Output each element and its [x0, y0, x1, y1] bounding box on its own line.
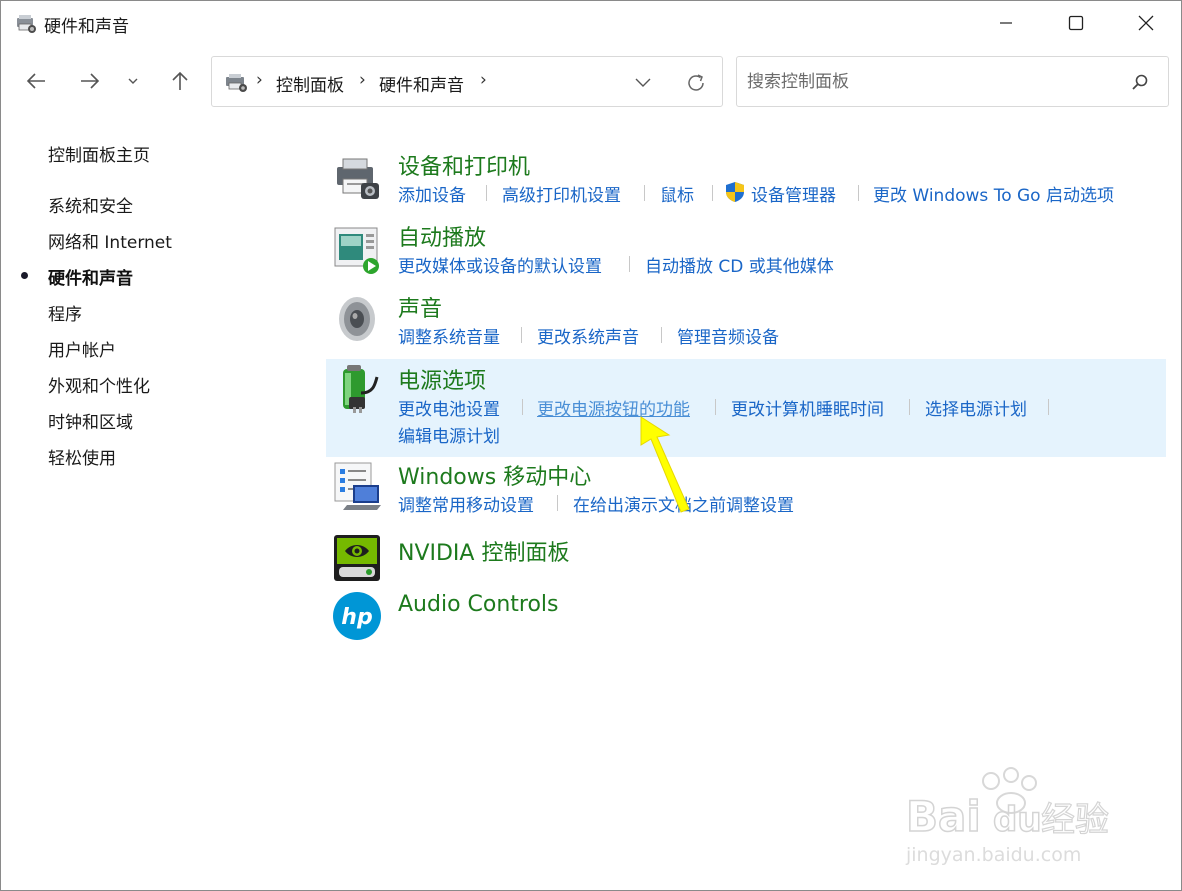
up-button[interactable] — [162, 63, 198, 99]
sidebar-item-system-security[interactable]: 系统和安全 — [48, 192, 133, 217]
link-change-media-defaults[interactable]: 更改媒体或设备的默认设置 — [398, 252, 602, 277]
svg-text:jingyan.baidu.com: jingyan.baidu.com — [905, 844, 1081, 866]
address-dropdown-button[interactable] — [630, 70, 656, 96]
svg-text:Bai: Bai — [906, 792, 981, 841]
breadcrumb-separator[interactable]: › — [359, 70, 366, 90]
maximize-button[interactable] — [1041, 1, 1111, 45]
category-power-options: 电源选项 更改电池设置 更改电源按钮的功能 更改计算机睡眠时间 选择电源计划 编… — [326, 359, 1166, 457]
sidebar-item-ease-of-access[interactable]: 轻松使用 — [48, 444, 116, 469]
breadcrumb-hardware-sound[interactable]: 硬件和声音 — [379, 71, 464, 96]
speaker-icon[interactable] — [331, 293, 383, 345]
search-box[interactable] — [736, 56, 1169, 107]
link-separator — [486, 185, 487, 201]
category-sound: 声音 调整系统音量 更改系统声音 管理音频设备 — [326, 285, 1166, 351]
chevron-down-icon — [635, 78, 651, 87]
link-add-device[interactable]: 添加设备 — [398, 181, 466, 206]
link-adjust-mobility-settings[interactable]: 调整常用移动设置 — [398, 491, 534, 516]
forward-button[interactable] — [72, 63, 108, 99]
control-panel-icon — [224, 71, 248, 93]
link-adjust-volume[interactable]: 调整系统音量 — [398, 323, 500, 348]
category-title[interactable]: 设备和打印机 — [398, 149, 530, 181]
sidebar-item-appearance[interactable]: 外观和个性化 — [48, 372, 150, 397]
breadcrumb-separator[interactable]: › — [480, 70, 487, 90]
link-battery-settings[interactable]: 更改电池设置 — [398, 395, 500, 420]
minimize-button[interactable] — [971, 1, 1041, 45]
hardware-sound-icon — [15, 12, 37, 34]
category-title[interactable]: Windows 移动中心 — [398, 459, 591, 491]
category-title[interactable]: 声音 — [398, 291, 442, 323]
recent-locations-button[interactable] — [115, 63, 151, 99]
back-button[interactable] — [18, 63, 54, 99]
link-manage-audio-devices[interactable]: 管理音频设备 — [677, 323, 779, 348]
svg-text:hp: hp — [341, 605, 372, 630]
close-icon — [1138, 15, 1154, 31]
category-audio-controls: hp Audio Controls — [326, 586, 1166, 644]
printer-icon[interactable] — [331, 153, 383, 205]
breadcrumb-control-panel[interactable]: 控制面板 — [276, 71, 344, 96]
link-separator — [1048, 399, 1049, 415]
link-separator — [522, 399, 523, 415]
link-windows-to-go[interactable]: 更改 Windows To Go 启动选项 — [873, 181, 1114, 206]
link-separator — [858, 185, 859, 201]
category-autoplay: 自动播放 更改媒体或设备的默认设置 自动播放 CD 或其他媒体 — [326, 214, 1166, 280]
svg-text:经验: 经验 — [1041, 800, 1109, 840]
link-device-manager[interactable]: 设备管理器 — [751, 181, 836, 206]
category-title[interactable]: NVIDIA 控制面板 — [398, 535, 569, 567]
uac-shield-icon — [724, 181, 746, 203]
category-title[interactable]: Audio Controls — [398, 592, 559, 617]
title-bar: 硬件和声音 — [1, 1, 1181, 45]
refresh-button[interactable] — [682, 69, 710, 97]
mobility-center-icon[interactable] — [331, 461, 383, 513]
link-separator — [661, 327, 662, 343]
annotation-arrow — [640, 416, 690, 513]
link-separator — [909, 399, 910, 415]
sidebar-item-clock-region[interactable]: 时钟和区域 — [48, 408, 133, 433]
link-autoplay-cd[interactable]: 自动播放 CD 或其他媒体 — [645, 252, 834, 277]
baidu-jingyan-watermark: Bai du 经验 jingyan.baidu.com — [905, 767, 1110, 866]
active-bullet — [21, 272, 28, 279]
window-title: 硬件和声音 — [44, 17, 129, 37]
link-sleep-time[interactable]: 更改计算机睡眠时间 — [731, 395, 884, 420]
breadcrumb-separator: › — [256, 70, 263, 90]
sidebar-item-hardware-sound[interactable]: 硬件和声音 — [48, 264, 133, 289]
chevron-down-icon — [128, 78, 138, 84]
link-advanced-printer-settings[interactable]: 高级打印机设置 — [502, 181, 621, 206]
link-separator — [557, 495, 558, 511]
minimize-icon — [1000, 22, 1012, 24]
category-title[interactable]: 电源选项 — [398, 363, 486, 395]
link-separator — [712, 185, 713, 201]
search-icon — [1132, 74, 1148, 90]
link-mouse[interactable]: 鼠标 — [660, 181, 694, 206]
close-button[interactable] — [1111, 1, 1181, 45]
category-title[interactable]: 自动播放 — [398, 220, 486, 252]
link-change-system-sounds[interactable]: 更改系统声音 — [537, 323, 639, 348]
svg-text:du: du — [993, 800, 1042, 840]
sidebar-item-user-accounts[interactable]: 用户帐户 — [48, 336, 116, 361]
sidebar-item-programs[interactable]: 程序 — [48, 300, 82, 325]
link-separator — [644, 185, 645, 201]
category-mobility-center: Windows 移动中心 调整常用移动设置 在给出演示文档之前调整设置 — [326, 457, 1166, 527]
arrow-right-icon — [81, 73, 100, 89]
arrow-left-icon — [26, 73, 45, 89]
control-panel-window: 硬件和声音 › 控制面板 › 硬件和声音 › 搜索控制面板 控制面板主页 系统和… — [0, 0, 1182, 891]
refresh-icon — [688, 74, 704, 91]
link-separator — [521, 327, 522, 343]
category-nvidia: NVIDIA 控制面板 — [326, 529, 1166, 585]
battery-icon[interactable] — [331, 363, 383, 415]
sidebar-home-link[interactable]: 控制面板主页 — [48, 141, 150, 166]
nvidia-icon[interactable] — [331, 533, 383, 585]
link-choose-power-plan[interactable]: 选择电源计划 — [925, 395, 1027, 420]
search-input[interactable] — [747, 69, 1107, 95]
hp-icon[interactable]: hp — [331, 590, 383, 642]
sidebar-item-network-internet[interactable]: 网络和 Internet — [48, 228, 172, 253]
search-button[interactable] — [1127, 69, 1153, 95]
address-bar[interactable]: › 控制面板 › 硬件和声音 › — [211, 56, 723, 107]
maximize-icon — [1068, 15, 1084, 31]
link-separator — [629, 256, 630, 272]
link-edit-power-plan[interactable]: 编辑电源计划 — [398, 422, 500, 447]
category-devices-printers: 设备和打印机 添加设备 高级打印机设置 鼠标 设备管理器 更改 Windows … — [326, 143, 1166, 209]
arrow-up-icon — [172, 71, 188, 90]
autoplay-icon[interactable] — [331, 224, 383, 276]
